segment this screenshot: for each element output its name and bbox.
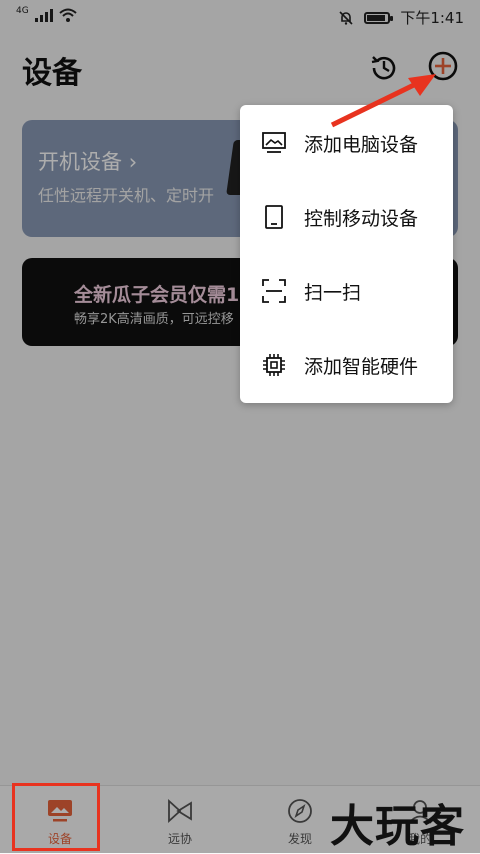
tablet-icon bbox=[265, 205, 283, 229]
scan-icon bbox=[262, 279, 286, 303]
menu-label-add-computer: 添加电脑设备 bbox=[304, 133, 419, 156]
menu-label-add-hardware: 添加智能硬件 bbox=[304, 355, 419, 378]
menu-item-add-computer[interactable]: 添加电脑设备 bbox=[240, 106, 453, 180]
menu-item-control-mobile[interactable]: 控制移动设备 bbox=[240, 180, 453, 254]
chip-icon bbox=[263, 354, 285, 376]
menu-label-scan: 扫一扫 bbox=[304, 281, 362, 304]
add-menu-popup: 添加电脑设备 控制移动设备 扫一扫 添加智能硬件 bbox=[240, 105, 453, 403]
menu-item-add-hardware[interactable]: 添加智能硬件 bbox=[240, 328, 453, 402]
app-screen: 4G 下午1:41 设备 开机设备 › 任性远程开关机、定时开 全新瓜子会员仅需… bbox=[0, 0, 480, 854]
highlight-box bbox=[12, 783, 100, 851]
menu-label-control-mobile: 控制移动设备 bbox=[304, 207, 419, 230]
menu-item-scan[interactable]: 扫一扫 bbox=[240, 254, 453, 328]
monitor-icon bbox=[262, 132, 286, 153]
watermark-text: 大玩客 bbox=[330, 801, 465, 852]
